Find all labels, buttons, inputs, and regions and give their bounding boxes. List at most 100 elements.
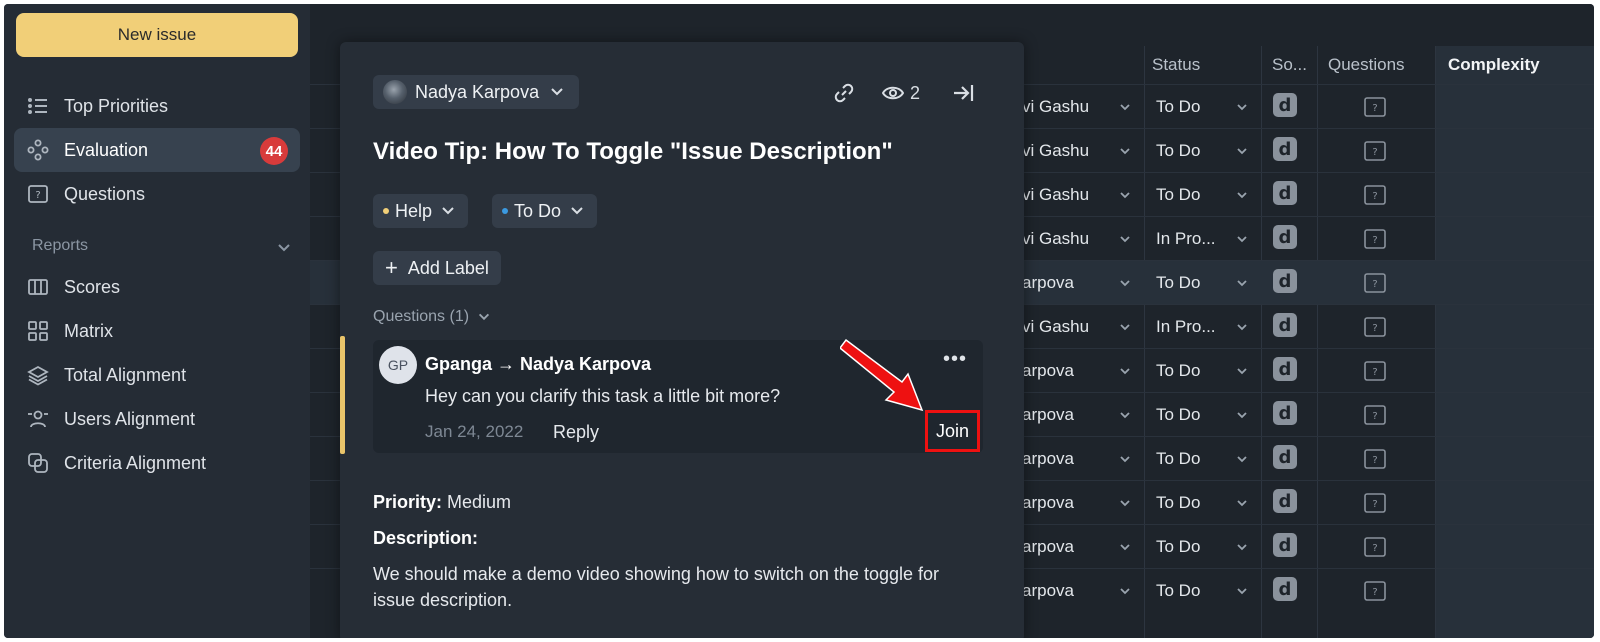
- chevron-down-icon[interactable]: [1118, 144, 1132, 158]
- chevron-down-icon[interactable]: [1118, 540, 1132, 554]
- sidebar: New issue Top Priorities Evaluation 44 ?…: [4, 4, 310, 638]
- add-label-text: Add Label: [407, 257, 489, 278]
- type-dropdown[interactable]: Help: [373, 194, 469, 228]
- question-box-icon[interactable]: ?: [1364, 493, 1386, 513]
- assignee-cell[interactable]: vi Gashu: [1022, 129, 1089, 173]
- questions-toggle[interactable]: Questions (1): [373, 308, 491, 326]
- assignee-cell[interactable]: arpova: [1022, 261, 1074, 305]
- chevron-down-icon[interactable]: [1118, 276, 1132, 290]
- status-cell[interactable]: In Pro...: [1156, 217, 1216, 261]
- assignee-cell[interactable]: arpova: [1022, 349, 1074, 393]
- question-box-icon[interactable]: ?: [1364, 273, 1386, 293]
- svg-text:?: ?: [1372, 367, 1377, 378]
- chevron-down-icon[interactable]: [1118, 100, 1132, 114]
- question-box-icon[interactable]: ?: [1364, 537, 1386, 557]
- question-box-icon[interactable]: ?: [1364, 449, 1386, 469]
- status-cell[interactable]: To Do: [1156, 481, 1200, 525]
- eye-icon: [882, 86, 904, 100]
- sidebar-item-label: Matrix: [64, 320, 113, 341]
- question-box-icon[interactable]: ?: [1364, 317, 1386, 337]
- assignee-cell[interactable]: vi Gashu: [1022, 85, 1089, 129]
- users-icon: [26, 407, 50, 431]
- chevron-down-icon[interactable]: [1235, 408, 1249, 422]
- chevron-down-icon: [571, 207, 583, 215]
- annotation-arrow-icon: [840, 338, 924, 412]
- sidebar-item-label: Users Alignment: [64, 408, 196, 429]
- status-column-header[interactable]: Status: [1152, 46, 1200, 84]
- sidebar-item-users-alignment[interactable]: Users Alignment: [14, 397, 300, 441]
- status-cell[interactable]: To Do: [1156, 129, 1200, 173]
- chevron-down-icon[interactable]: [1235, 584, 1249, 598]
- join-button[interactable]: Join: [925, 410, 980, 452]
- collapse-panel-icon[interactable]: [952, 82, 974, 104]
- chevron-down-icon[interactable]: [1235, 320, 1249, 334]
- question-box-icon[interactable]: ?: [1364, 97, 1386, 117]
- assignee-cell[interactable]: arpova: [1022, 525, 1074, 569]
- watchers-button[interactable]: 2: [882, 82, 920, 104]
- link-icon[interactable]: [834, 82, 854, 104]
- chevron-down-icon[interactable]: [1118, 584, 1132, 598]
- status-dot: [383, 208, 389, 214]
- chevron-down-icon[interactable]: [1235, 540, 1249, 554]
- assignee-cell[interactable]: arpova: [1022, 481, 1074, 525]
- status-cell[interactable]: In Pro...: [1156, 305, 1216, 349]
- question-box-icon[interactable]: ?: [1364, 141, 1386, 161]
- status-cell[interactable]: To Do: [1156, 569, 1200, 613]
- chevron-down-icon[interactable]: [1235, 364, 1249, 378]
- question-box-icon[interactable]: ?: [1364, 361, 1386, 381]
- assignee-cell[interactable]: vi Gashu: [1022, 217, 1089, 261]
- add-label-button[interactable]: + Add Label: [373, 251, 501, 285]
- complexity-column-header[interactable]: Complexity: [1436, 46, 1594, 84]
- question-box-icon[interactable]: ?: [1364, 581, 1386, 601]
- status-cell[interactable]: To Do: [1156, 173, 1200, 217]
- chevron-down-icon[interactable]: [1118, 232, 1132, 246]
- chevron-down-icon[interactable]: [1118, 320, 1132, 334]
- source-column-header[interactable]: So...: [1272, 46, 1307, 84]
- status-cell[interactable]: To Do: [1156, 85, 1200, 129]
- chevron-down-icon[interactable]: [1235, 188, 1249, 202]
- chevron-down-icon[interactable]: [1118, 408, 1132, 422]
- status-cell[interactable]: To Do: [1156, 261, 1200, 305]
- sidebar-item-top-priorities[interactable]: Top Priorities: [14, 84, 300, 128]
- chevron-down-icon[interactable]: [1118, 452, 1132, 466]
- chevron-down-icon[interactable]: [276, 240, 292, 256]
- chevron-down-icon[interactable]: [1235, 452, 1249, 466]
- sidebar-item-criteria-alignment[interactable]: Criteria Alignment: [14, 441, 300, 485]
- source-icon: d: [1273, 269, 1297, 293]
- status-cell[interactable]: To Do: [1156, 393, 1200, 437]
- sidebar-item-questions[interactable]: ? Questions: [14, 172, 300, 216]
- chevron-down-icon[interactable]: [1118, 188, 1132, 202]
- chevron-down-icon[interactable]: [1118, 364, 1132, 378]
- questions-column-header[interactable]: Questions: [1328, 46, 1405, 84]
- more-options-icon[interactable]: •••: [943, 348, 967, 371]
- assignee-cell[interactable]: vi Gashu: [1022, 305, 1089, 349]
- chevron-down-icon[interactable]: [1235, 100, 1249, 114]
- sidebar-item-label: Evaluation: [64, 139, 149, 160]
- question-box-icon[interactable]: ?: [1364, 229, 1386, 249]
- chevron-down-icon[interactable]: [1235, 276, 1249, 290]
- sidebar-item-scores[interactable]: Scores: [14, 265, 300, 309]
- assignee-cell[interactable]: arpova: [1022, 393, 1074, 437]
- chevron-down-icon[interactable]: [1235, 144, 1249, 158]
- grid-icon: [26, 319, 50, 343]
- question-box-icon[interactable]: ?: [1364, 185, 1386, 205]
- status-dropdown[interactable]: To Do: [492, 194, 598, 228]
- assignee-cell[interactable]: vi Gashu: [1022, 173, 1089, 217]
- sidebar-item-matrix[interactable]: Matrix: [14, 309, 300, 353]
- assignee-cell[interactable]: arpova: [1022, 437, 1074, 481]
- status-cell[interactable]: To Do: [1156, 525, 1200, 569]
- assignee-dropdown[interactable]: Nadya Karpova: [373, 75, 580, 109]
- status-cell[interactable]: To Do: [1156, 349, 1200, 393]
- reply-button[interactable]: Reply: [553, 422, 599, 443]
- sidebar-item-total-alignment[interactable]: Total Alignment: [14, 353, 300, 397]
- sidebar-item-evaluation[interactable]: Evaluation 44: [14, 128, 300, 172]
- status-cell[interactable]: To Do: [1156, 437, 1200, 481]
- new-issue-button[interactable]: New issue: [16, 13, 298, 57]
- chevron-down-icon[interactable]: [1235, 496, 1249, 510]
- question-box-icon[interactable]: ?: [1364, 405, 1386, 425]
- chevron-down-icon[interactable]: [1235, 232, 1249, 246]
- sidebar-item-label: Total Alignment: [64, 364, 187, 385]
- chevron-down-icon[interactable]: [1118, 496, 1132, 510]
- svg-text:?: ?: [1372, 587, 1377, 598]
- assignee-cell[interactable]: arpova: [1022, 569, 1074, 613]
